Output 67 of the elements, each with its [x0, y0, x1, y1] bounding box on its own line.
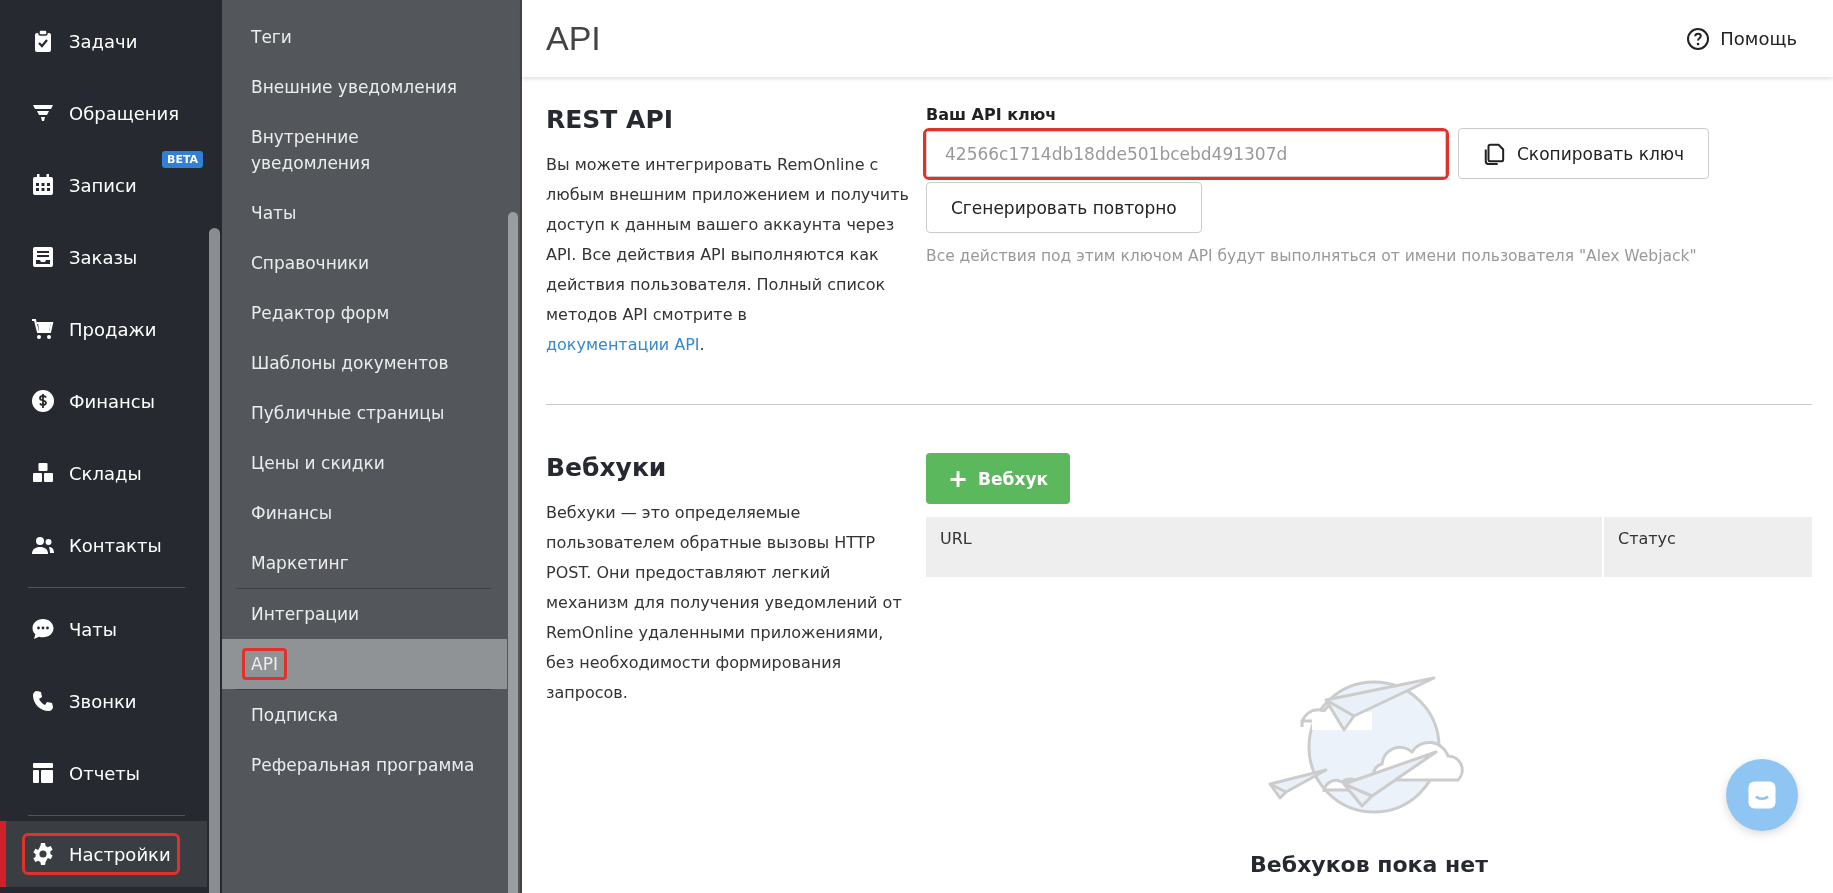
settings-icon: [31, 842, 55, 866]
sidebar-item[interactable]: Контакты: [0, 509, 207, 581]
sidebar-label: Заказы: [69, 246, 138, 268]
regenerate-button[interactable]: Сгенерировать повторно: [926, 182, 1202, 233]
beta-badge: BETA: [162, 151, 204, 168]
sidebar-item[interactable]: Звонки: [0, 665, 207, 737]
copy-key-button[interactable]: Скопировать ключ: [1458, 128, 1710, 179]
sidebar-item[interactable]: Задачи: [0, 5, 207, 77]
field-label: Ваш API ключ: [926, 105, 1058, 124]
settings-menu-item[interactable]: Реферальная программа: [242, 749, 484, 781]
empty-state-text: Вебхуков пока нет: [1250, 852, 1488, 877]
boxes-icon: [31, 461, 55, 485]
settings-menu-item[interactable]: Маркетинг: [242, 547, 358, 579]
section-description: Вебхуки — это определяемые пользователем обратные вызовы HTTP POST. Они предоставляют легкий механизм для получения уведомлений от RemOnline удаленными приложениями, без необходимости формирования запросов.: [546, 502, 903, 704]
settings-menu-item[interactable]: Редактор форм: [242, 297, 399, 329]
settings-menu-item[interactable]: Финансы: [242, 497, 342, 529]
scrollbar-thumb[interactable]: [508, 212, 518, 893]
settings-menu-item[interactable]: Внутренние уведомления: [242, 121, 487, 179]
chat-bubble-icon: [31, 617, 55, 641]
sidebar-label: Отчеты: [69, 762, 141, 784]
settings-menu-item[interactable]: Внешние уведомления: [242, 71, 467, 103]
settings-menu-item[interactable]: Чаты: [242, 197, 306, 229]
settings-menu-item[interactable]: Интеграции: [242, 598, 368, 630]
sidebar-label: Записи: [69, 174, 137, 196]
phone-icon: [31, 689, 55, 713]
copy-icon: [1483, 142, 1505, 165]
sidebar-item[interactable]: Финансы: [0, 365, 207, 437]
column-header: URL: [926, 517, 1604, 577]
table-icon: [31, 761, 55, 785]
sidebar-item[interactable]: Заказы: [0, 221, 207, 293]
section-title: REST API: [546, 105, 675, 134]
settings-menu-item[interactable]: Подписка: [242, 699, 348, 731]
sidebar-item[interactable]: Склады: [0, 437, 207, 509]
sidebar-item[interactable]: Настройки: [0, 821, 207, 887]
sidebar-label: Склады: [69, 462, 142, 484]
settings-menu-item[interactable]: Цены и скидки: [242, 447, 394, 479]
section-description: Вы можете интегрировать RemOnline с любым внешним приложением и получить доступ к данным вашего аккаунта через API. Все действия API выполняются как действия пользователя. Полный список методов API смотрите в документации API.: [546, 154, 910, 356]
sidebar-label: Финансы: [69, 390, 155, 412]
sidebar-item[interactable]: Записи BETA: [0, 149, 207, 221]
key-note: Все действия под этим ключом API будут выполняться от имени пользователя "Alex Webjack": [926, 247, 1698, 265]
column-header: Статус: [1617, 528, 1677, 550]
sidebar-label: Обращения: [69, 102, 180, 124]
settings-menu-item[interactable]: Публичные страницы: [242, 397, 454, 429]
sidebar-label: Настройки: [69, 843, 171, 865]
sidebar-label: Чаты: [69, 618, 118, 640]
settings-menu-item[interactable]: Шаблоны документов: [242, 347, 458, 379]
dollar-coin-icon: [31, 389, 55, 413]
chat-button[interactable]: [1726, 759, 1798, 831]
cart-icon: [31, 317, 55, 341]
settings-menu-item[interactable]: Теги: [242, 21, 301, 53]
sidebar-label: Контакты: [69, 534, 162, 556]
settings-menu-item[interactable]: Справочники: [242, 247, 379, 279]
documentation-link[interactable]: документации API: [546, 335, 700, 354]
inbox-icon: [31, 245, 55, 269]
calendar-icon: [31, 173, 55, 197]
page-title: API: [546, 19, 601, 58]
sidebar-label: Продажи: [69, 318, 157, 340]
scrollbar-thumb[interactable]: [209, 228, 220, 893]
help-link[interactable]: Помощь: [1686, 26, 1797, 51]
sidebar-item[interactable]: Обращения: [0, 77, 207, 149]
sidebar-item[interactable]: Чаты: [0, 593, 207, 665]
sidebar-item[interactable]: Отчеты: [0, 737, 207, 809]
help-icon: [1686, 26, 1711, 51]
sidebar-label: Задачи: [69, 30, 138, 52]
section-title: Вебхуки: [546, 453, 668, 482]
sidebar-label: Звонки: [69, 690, 137, 712]
sidebar-item[interactable]: Продажи: [0, 293, 207, 365]
